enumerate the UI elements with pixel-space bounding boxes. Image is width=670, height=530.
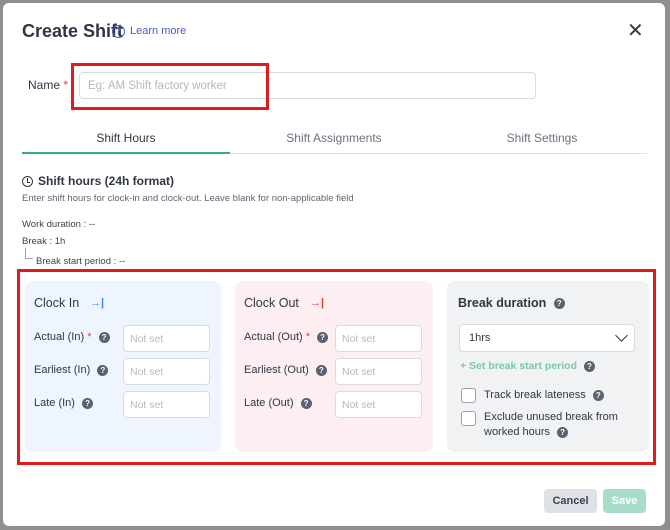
tree-connector xyxy=(25,248,33,259)
help-icon[interactable]: ? xyxy=(592,389,604,401)
cancel-button[interactable]: Cancel xyxy=(544,489,597,513)
create-shift-dialog: Create Shift ? Learn more ✕ Name * Shift… xyxy=(3,3,665,526)
earliest-in-input[interactable] xyxy=(123,358,210,385)
help-circle-icon[interactable]: ? xyxy=(112,25,125,38)
clock-in-arrow-icon: →| xyxy=(90,297,105,309)
track-lateness-text: Track break lateness xyxy=(484,389,586,401)
tab-shift-hours[interactable]: Shift Hours xyxy=(22,131,230,145)
help-icon[interactable]: ? xyxy=(98,331,110,343)
actual-out-input[interactable] xyxy=(335,325,422,352)
earliest-out-label: Earliest (Out) ? xyxy=(244,364,327,376)
earliest-out-input[interactable] xyxy=(335,358,422,385)
help-icon[interactable]: ? xyxy=(557,426,569,438)
exclude-unused-break-label: Exclude unused break from worked hours ? xyxy=(484,410,618,440)
exclude-unused-text-1: Exclude unused break from xyxy=(484,411,618,423)
learn-more-link[interactable]: Learn more xyxy=(130,25,186,37)
earliest-out-label-text: Earliest (Out) xyxy=(244,364,309,376)
set-break-start-link[interactable]: + Set break start period ? xyxy=(460,360,595,372)
break-duration-select[interactable]: 1hrs xyxy=(459,324,635,352)
late-in-label: Late (In) ? xyxy=(34,397,94,409)
chevron-down-icon xyxy=(615,329,628,342)
dialog-title: Create Shift xyxy=(22,21,124,41)
name-label: Name * xyxy=(28,78,68,92)
late-out-label-text: Late (Out) xyxy=(244,397,294,409)
earliest-in-label-text: Earliest (In) xyxy=(34,364,91,376)
actual-in-label-text: Actual (In) xyxy=(34,331,85,343)
required-asterisk: * xyxy=(87,331,92,343)
active-tab-indicator xyxy=(22,152,230,154)
break-duration-title-text: Break duration xyxy=(458,296,547,310)
track-lateness-checkbox[interactable] xyxy=(461,388,476,403)
late-out-input[interactable] xyxy=(335,391,422,418)
break-duration-value: 1hrs xyxy=(469,332,491,344)
late-out-label: Late (Out) ? xyxy=(244,397,312,409)
set-break-start-text: + Set break start period xyxy=(460,360,578,372)
track-lateness-label: Track break lateness ? xyxy=(484,388,604,403)
close-icon[interactable]: ✕ xyxy=(627,21,644,41)
help-icon[interactable]: ? xyxy=(97,364,109,376)
actual-in-label: Actual (In) * ? xyxy=(34,331,110,343)
break-start-period-text: Break start period : -- xyxy=(36,256,126,267)
help-icon[interactable]: ? xyxy=(317,331,329,343)
exclude-unused-text-2: worked hours xyxy=(484,426,551,438)
late-in-label-text: Late (In) xyxy=(34,397,75,409)
help-icon[interactable]: ? xyxy=(583,360,595,372)
highlight-box-name xyxy=(71,63,269,110)
clock-out-arrow-icon: →| xyxy=(310,297,325,309)
help-icon[interactable]: ? xyxy=(300,397,312,409)
late-in-input[interactable] xyxy=(123,391,210,418)
tab-shift-assignments[interactable]: Shift Assignments xyxy=(230,131,438,145)
help-icon[interactable]: ? xyxy=(553,298,565,310)
clock-in-panel: Clock In →| Actual (In) * ? Earliest (In… xyxy=(25,281,221,452)
help-icon[interactable]: ? xyxy=(315,364,327,376)
clock-icon xyxy=(22,176,33,187)
break-duration-panel: Break duration ? 1hrs + Set break start … xyxy=(447,281,649,452)
shift-hours-description: Enter shift hours for clock-in and clock… xyxy=(22,193,354,204)
actual-out-label-text: Actual (Out) xyxy=(244,331,303,343)
tab-shift-settings[interactable]: Shift Settings xyxy=(438,131,646,145)
required-asterisk: * xyxy=(63,78,69,92)
shift-hours-title: Shift hours (24h format) xyxy=(38,174,175,188)
name-label-text: Name xyxy=(28,78,61,92)
save-button[interactable]: Save xyxy=(603,489,646,513)
actual-out-label: Actual (Out) * ? xyxy=(244,331,329,343)
actual-in-input[interactable] xyxy=(123,325,210,352)
earliest-in-label: Earliest (In) ? xyxy=(34,364,109,376)
clock-out-panel: Clock Out →| Actual (Out) * ? Earliest (… xyxy=(235,281,433,452)
clock-out-title: Clock Out xyxy=(244,296,299,310)
clock-in-title: Clock In xyxy=(34,296,80,310)
help-icon[interactable]: ? xyxy=(82,397,94,409)
exclude-unused-break-checkbox[interactable] xyxy=(461,411,476,426)
required-asterisk: * xyxy=(305,331,311,343)
break-text: Break : 1h xyxy=(22,236,66,247)
work-duration-text: Work duration : -- xyxy=(22,219,96,230)
break-duration-title: Break duration ? xyxy=(458,296,565,310)
